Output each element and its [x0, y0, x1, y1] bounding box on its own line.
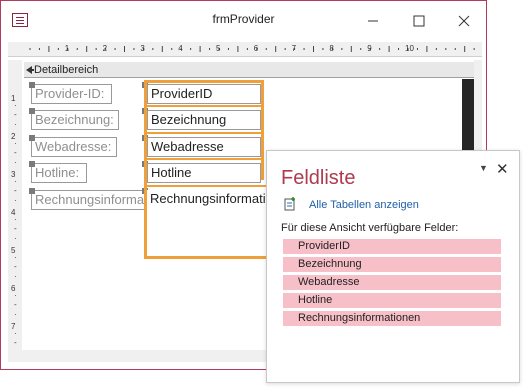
ruler-number: 1: [64, 44, 70, 53]
ruler-number: 8: [329, 44, 334, 53]
ruler-tick: -: [14, 300, 17, 309]
field-bezeichnung[interactable]: Bezeichnung: [147, 110, 261, 130]
add-table-icon[interactable]: [284, 197, 296, 211]
selection-outline: [144, 256, 269, 259]
maximize-button[interactable]: [397, 1, 441, 41]
ruler-number: 10: [405, 44, 414, 53]
ruler-tick: -: [14, 186, 17, 195]
ruler-tick: ·: [14, 252, 17, 262]
selection-handle[interactable]: [29, 161, 35, 167]
panel-menu-icon[interactable]: ▼: [479, 163, 488, 173]
ruler-tick: ·: [14, 271, 17, 281]
selection-outline: [144, 80, 264, 83]
selection-handle[interactable]: [29, 188, 35, 194]
ruler-tick: ·: [14, 138, 17, 148]
ruler-tick: -: [14, 338, 17, 347]
ruler-number: 7: [291, 44, 297, 53]
label-bezeichnung[interactable]: Bezeichnung:: [31, 110, 119, 130]
ruler-tick: -: [14, 110, 17, 119]
selection-outline: [144, 105, 264, 107]
minimize-icon: [368, 20, 378, 22]
ruler-number: 3: [140, 44, 145, 53]
selection-outline: [261, 80, 264, 180]
label-hotline[interactable]: Hotline:: [31, 163, 87, 183]
available-fields-label: Für diese Ansicht verfügbare Felder:: [281, 222, 459, 234]
label-webadresse[interactable]: Webadresse:: [31, 137, 117, 157]
field-list-item[interactable]: Webadresse: [283, 275, 501, 290]
show-all-tables-link[interactable]: Alle Tabellen anzeigen: [309, 199, 419, 211]
ruler-tick: -: [14, 262, 17, 271]
field-list-item[interactable]: Rechnungsinformationen: [283, 311, 501, 326]
selection-outline: [144, 132, 264, 134]
title-bar[interactable]: frmProvider: [1, 1, 486, 41]
selection-outline: [144, 185, 269, 187]
ruler-tick: ·: [14, 233, 17, 243]
field-providerid[interactable]: ProviderID: [147, 84, 261, 104]
ruler-tick: ·: [14, 214, 17, 224]
ruler-number: 9: [367, 44, 372, 53]
ruler-tick: ·: [14, 119, 17, 129]
label-rechnungsinformationen[interactable]: Rechnungsinformationen:: [31, 190, 147, 210]
ruler-tick: -: [14, 148, 17, 157]
field-list-item[interactable]: Hotline: [283, 293, 501, 308]
selection-handle[interactable]: [29, 108, 35, 114]
section-detail-bar[interactable]: Detailbereich: [24, 62, 476, 78]
selection-handle[interactable]: [29, 82, 35, 88]
ruler-tick: ·: [14, 157, 17, 167]
ruler-number: 4: [178, 44, 183, 53]
ruler-tick: ·: [14, 176, 17, 186]
ruler-tick: ·: [14, 290, 17, 300]
close-button[interactable]: [442, 1, 486, 41]
ruler-tick: ·: [14, 100, 17, 110]
ruler-tick: ·: [14, 328, 17, 338]
field-list-panel: Feldliste ▼ ✕ Alle Tabellen anzeigen Für…: [266, 150, 520, 383]
horizontal-ruler[interactable]: 1 2 3 4 5 6 7 8 9 10: [8, 42, 482, 57]
maximize-icon: [413, 15, 425, 27]
minimize-button[interactable]: [351, 1, 395, 41]
label-provider-id[interactable]: Provider-ID:: [31, 84, 112, 104]
section-label: Detailbereich: [34, 64, 99, 76]
panel-close-icon[interactable]: ✕: [496, 160, 509, 178]
ruler-tick: ·: [14, 309, 17, 319]
selection-handle[interactable]: [29, 135, 35, 141]
field-list-item[interactable]: Bezeichnung: [283, 257, 501, 272]
vertical-ruler[interactable]: 1·-·2·-·3·-·4·-·5·-·6·-·7·-·: [8, 60, 22, 357]
field-hotline[interactable]: Hotline: [147, 163, 261, 183]
field-webadresse[interactable]: Webadresse: [147, 137, 261, 157]
panel-title: Feldliste: [281, 167, 356, 189]
selection-outline: [144, 158, 264, 160]
close-icon: [458, 15, 470, 27]
ruler-tick: ·: [14, 195, 17, 205]
section-arrow-icon: [26, 66, 34, 74]
field-rechnungsinformationen[interactable]: Rechnungsinformationen: [147, 190, 269, 256]
ruler-number: 5: [216, 44, 221, 53]
ruler-number: 2: [102, 44, 108, 53]
field-list-item[interactable]: ProviderID: [283, 239, 501, 254]
ruler-tick: -: [14, 224, 17, 233]
ruler-number: 6: [253, 44, 259, 53]
